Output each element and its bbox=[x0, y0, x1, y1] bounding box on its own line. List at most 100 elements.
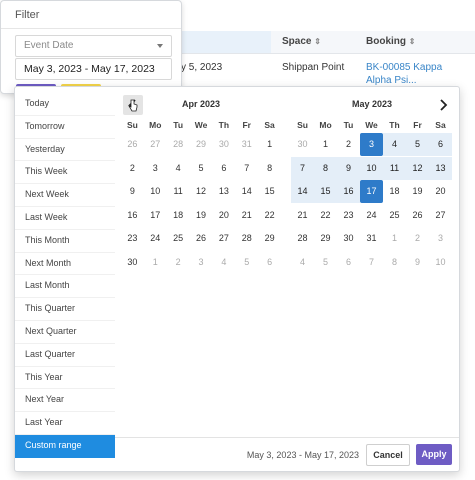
calendar-day[interactable]: 25 bbox=[167, 227, 190, 250]
calendar-day[interactable]: 4 bbox=[167, 157, 190, 180]
calendar-day[interactable]: 10 bbox=[360, 156, 383, 180]
range-option[interactable]: Next Quarter bbox=[15, 321, 115, 344]
calendar-day[interactable]: 16 bbox=[121, 204, 144, 227]
calendar-day[interactable]: 21 bbox=[235, 204, 258, 227]
calendar-day[interactable]: 14 bbox=[291, 180, 314, 203]
calendar-day[interactable]: 5 bbox=[190, 157, 213, 180]
calendar-day[interactable]: 13 bbox=[212, 180, 235, 203]
booking-link-line2[interactable]: Alpha Psi... bbox=[366, 75, 417, 86]
calendar-day[interactable]: 10 bbox=[144, 180, 167, 203]
calendar-day[interactable]: 1 bbox=[314, 133, 337, 156]
calendar-day[interactable]: 26 bbox=[121, 133, 144, 156]
calendar-day[interactable]: 17 bbox=[144, 204, 167, 227]
calendar-day[interactable]: 10 bbox=[429, 251, 452, 274]
calendar-day[interactable]: 29 bbox=[190, 133, 213, 156]
date-field-select[interactable]: Event Date bbox=[15, 35, 172, 57]
calendar-day[interactable]: 2 bbox=[406, 227, 429, 250]
calendar-day[interactable]: 20 bbox=[429, 180, 452, 203]
calendar-day[interactable]: 1 bbox=[383, 227, 406, 250]
range-option[interactable]: Last Week bbox=[15, 207, 115, 230]
calendar-day[interactable]: 24 bbox=[144, 227, 167, 250]
apply-button[interactable]: Apply bbox=[416, 444, 452, 465]
calendar-day[interactable]: 27 bbox=[144, 133, 167, 156]
calendar-day[interactable]: 2 bbox=[337, 133, 360, 156]
range-option[interactable]: Next Month bbox=[15, 253, 115, 276]
calendar-day[interactable]: 4 bbox=[291, 251, 314, 274]
calendar-day[interactable]: 6 bbox=[258, 251, 281, 274]
calendar-day[interactable]: 31 bbox=[360, 227, 383, 250]
calendar-day[interactable]: 8 bbox=[258, 157, 281, 180]
calendar-day[interactable]: 16 bbox=[337, 180, 360, 203]
calendar-day[interactable]: 28 bbox=[291, 227, 314, 250]
calendar-day[interactable]: 19 bbox=[406, 180, 429, 203]
range-option[interactable]: Last Month bbox=[15, 275, 115, 299]
calendar-day[interactable]: 3 bbox=[144, 157, 167, 180]
calendar-day[interactable]: 5 bbox=[406, 133, 429, 156]
range-option[interactable]: Yesterday bbox=[15, 139, 115, 162]
calendar-day[interactable]: 6 bbox=[429, 133, 452, 156]
calendar-day[interactable]: 19 bbox=[190, 204, 213, 227]
calendar-day[interactable]: 18 bbox=[167, 204, 190, 227]
calendar-day[interactable]: 14 bbox=[235, 180, 258, 203]
calendar-day[interactable]: 26 bbox=[190, 227, 213, 250]
calendar-day[interactable]: 28 bbox=[235, 227, 258, 250]
calendar-day[interactable]: 15 bbox=[314, 180, 337, 203]
range-option[interactable]: Tomorrow bbox=[15, 116, 115, 139]
calendar-day[interactable]: 13 bbox=[429, 156, 452, 180]
calendar-day[interactable]: 5 bbox=[235, 251, 258, 274]
calendar-day[interactable]: 21 bbox=[291, 204, 314, 227]
calendar-day[interactable]: 4 bbox=[383, 133, 406, 156]
range-option[interactable]: This Week bbox=[15, 161, 115, 185]
calendar-day[interactable]: 2 bbox=[121, 157, 144, 180]
calendar-day[interactable]: 12 bbox=[190, 180, 213, 203]
calendar-day[interactable]: 23 bbox=[337, 204, 360, 227]
calendar-day[interactable]: 6 bbox=[337, 251, 360, 274]
range-option[interactable]: This Quarter bbox=[15, 298, 115, 321]
calendar-day[interactable]: 29 bbox=[314, 227, 337, 250]
calendar-day[interactable]: 4 bbox=[212, 251, 235, 274]
calendar-day[interactable]: 31 bbox=[235, 133, 258, 156]
calendar-day[interactable]: 22 bbox=[258, 204, 281, 227]
calendar-day[interactable]: 7 bbox=[291, 156, 314, 180]
calendar-day[interactable]: 1 bbox=[144, 251, 167, 274]
calendar-day[interactable]: 7 bbox=[360, 251, 383, 274]
calendar-day[interactable]: 3 bbox=[360, 133, 383, 156]
calendar-day[interactable]: 3 bbox=[190, 251, 213, 274]
booking-link[interactable]: BK-00085 Kappa bbox=[366, 62, 442, 73]
calendar-day[interactable]: 3 bbox=[429, 227, 452, 250]
calendar-day[interactable]: 27 bbox=[212, 227, 235, 250]
column-header-space[interactable]: Space ⇕ bbox=[282, 36, 321, 47]
calendar-day[interactable]: 9 bbox=[337, 156, 360, 180]
calendar-day[interactable]: 11 bbox=[383, 156, 406, 180]
cancel-button[interactable]: Cancel bbox=[366, 444, 410, 466]
range-option[interactable]: Next Year bbox=[15, 389, 115, 413]
calendar-day[interactable]: 25 bbox=[383, 204, 406, 227]
range-option[interactable]: This Month bbox=[15, 230, 115, 253]
calendar-day[interactable]: 27 bbox=[429, 204, 452, 227]
calendar-day[interactable]: 5 bbox=[314, 251, 337, 274]
calendar-day[interactable]: 9 bbox=[121, 180, 144, 203]
calendar-day[interactable]: 8 bbox=[383, 251, 406, 274]
range-option[interactable]: Last Year bbox=[15, 412, 115, 435]
calendar-day[interactable]: 30 bbox=[121, 251, 144, 274]
calendar-day[interactable]: 29 bbox=[258, 227, 281, 250]
calendar-day[interactable]: 26 bbox=[406, 204, 429, 227]
calendar-day[interactable]: 30 bbox=[337, 227, 360, 250]
calendar-day[interactable]: 30 bbox=[212, 133, 235, 156]
calendar-day[interactable]: 23 bbox=[121, 227, 144, 250]
calendar-day[interactable]: 24 bbox=[360, 204, 383, 227]
calendar-day[interactable]: 17 bbox=[360, 180, 383, 203]
calendar-day[interactable]: 12 bbox=[406, 156, 429, 180]
calendar-day[interactable]: 28 bbox=[167, 133, 190, 156]
range-option[interactable]: Custom range bbox=[15, 434, 115, 458]
range-option[interactable]: This Year bbox=[15, 367, 115, 390]
calendar-day[interactable]: 6 bbox=[212, 157, 235, 180]
calendar-day[interactable]: 7 bbox=[235, 157, 258, 180]
range-option[interactable]: Last Quarter bbox=[15, 344, 115, 367]
calendar-day[interactable]: 1 bbox=[258, 133, 281, 156]
range-option[interactable]: Next Week bbox=[15, 184, 115, 207]
calendar-day[interactable]: 18 bbox=[383, 180, 406, 203]
calendar-day[interactable]: 8 bbox=[314, 156, 337, 180]
calendar-day[interactable]: 9 bbox=[406, 251, 429, 274]
range-option[interactable]: Today bbox=[15, 93, 115, 116]
